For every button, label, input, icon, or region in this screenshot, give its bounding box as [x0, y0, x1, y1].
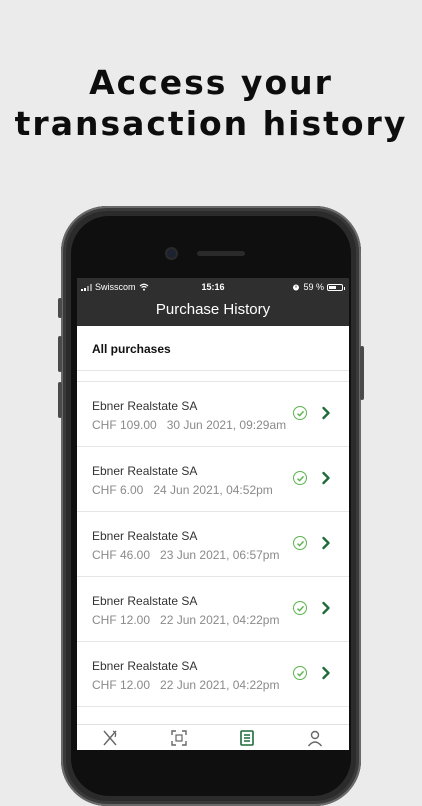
merchant-name: Ebner Realstate SA: [92, 399, 198, 413]
transaction-row[interactable]: Ebner Realstate SA CHF 12.00 22 Jun 2021, …: [77, 642, 349, 707]
merchant-name: Ebner Realstate SA: [92, 659, 198, 673]
transaction-details: CHF 109.00 30 Jun 2021, 09:29am: [92, 418, 286, 432]
volume-up-button: [58, 336, 62, 372]
success-check-icon: [293, 471, 307, 485]
success-check-icon: [293, 406, 307, 420]
transaction-row[interactable]: Ebner Realstate SA CHF 12.00 22 Jun 2021, …: [77, 577, 349, 642]
transaction-amount: CHF 12.00: [92, 613, 151, 627]
transaction-details: CHF 46.00 23 Jun 2021, 06:57pm: [92, 548, 279, 562]
tab-scan[interactable]: [170, 729, 188, 750]
transaction-date: 23 Jun 2021, 06:57pm: [160, 548, 280, 562]
tab-bar: [77, 724, 349, 750]
section-divider: [77, 370, 349, 371]
success-check-icon: [293, 536, 307, 550]
transaction-amount: CHF 109.00: [92, 418, 157, 432]
transaction-date: 24 Jun 2021, 04:52pm: [153, 483, 273, 497]
section-title: All purchases: [92, 342, 171, 356]
transaction-date: 22 Jun 2021, 04:22pm: [160, 678, 280, 692]
transaction-details: CHF 12.00 22 Jun 2021, 04:22pm: [92, 678, 279, 692]
restaurant-icon: [103, 730, 117, 746]
earpiece-speaker: [197, 251, 245, 256]
transaction-amount: CHF 6.00: [92, 483, 144, 497]
battery-icon: [327, 283, 345, 291]
page-title: Purchase History: [155, 301, 271, 318]
transaction-amount: CHF 46.00: [92, 548, 151, 562]
chevron-right-icon[interactable]: [321, 666, 331, 680]
merchant-name: Ebner Realstate SA: [92, 464, 198, 478]
front-camera: [167, 249, 176, 258]
transaction-list: Ebner Realstate SA CHF 109.00 30 Jun 2021,…: [77, 382, 349, 750]
transaction-row[interactable]: Ebner Realstate SA CHF 46.00 23 Jun 2021, …: [77, 512, 349, 577]
headline-line-2: transaction history: [14, 104, 408, 143]
chevron-right-icon[interactable]: [321, 536, 331, 550]
merchant-name: Ebner Realstate SA: [92, 529, 198, 543]
chevron-right-icon[interactable]: [321, 406, 331, 420]
profile-icon: [307, 730, 323, 747]
transaction-date: 22 Jun 2021, 04:22pm: [160, 613, 280, 627]
battery-level: [329, 285, 336, 289]
alarm-icon: [293, 284, 300, 291]
tab-restaurants[interactable]: [101, 729, 119, 750]
transaction-details: CHF 6.00 24 Jun 2021, 04:52pm: [92, 483, 273, 497]
tab-profile[interactable]: [306, 729, 324, 750]
transaction-details: CHF 12.00 22 Jun 2021, 04:22pm: [92, 613, 279, 627]
volume-down-button: [58, 382, 62, 418]
chevron-right-icon[interactable]: [321, 601, 331, 615]
status-bar: Swisscom 15:16 59 %: [77, 278, 349, 296]
history-icon: [240, 730, 254, 746]
transaction-amount: CHF 12.00: [92, 678, 151, 692]
status-right: 59 %: [292, 282, 345, 292]
success-check-icon: [293, 601, 307, 615]
power-button: [360, 346, 364, 400]
success-check-icon: [293, 666, 307, 680]
merchant-name: Ebner Realstate SA: [92, 594, 198, 608]
app-screen: Swisscom 15:16 59 % Purchase History All…: [77, 278, 349, 750]
mute-switch: [58, 298, 62, 318]
transaction-date: 30 Jun 2021, 09:29am: [166, 418, 287, 432]
headline-line-1: Access your: [89, 63, 333, 102]
nav-bar: Purchase History: [77, 296, 349, 326]
promo-headline: Access your transaction history: [0, 62, 422, 144]
battery-percent: 59 %: [303, 282, 324, 292]
chevron-right-icon[interactable]: [321, 471, 331, 485]
qr-scan-icon: [171, 730, 187, 746]
transaction-row[interactable]: Ebner Realstate SA CHF 6.00 24 Jun 2021, 0…: [77, 447, 349, 512]
transaction-row[interactable]: Ebner Realstate SA CHF 109.00 30 Jun 2021,…: [77, 382, 349, 447]
tab-history[interactable]: [238, 729, 256, 750]
